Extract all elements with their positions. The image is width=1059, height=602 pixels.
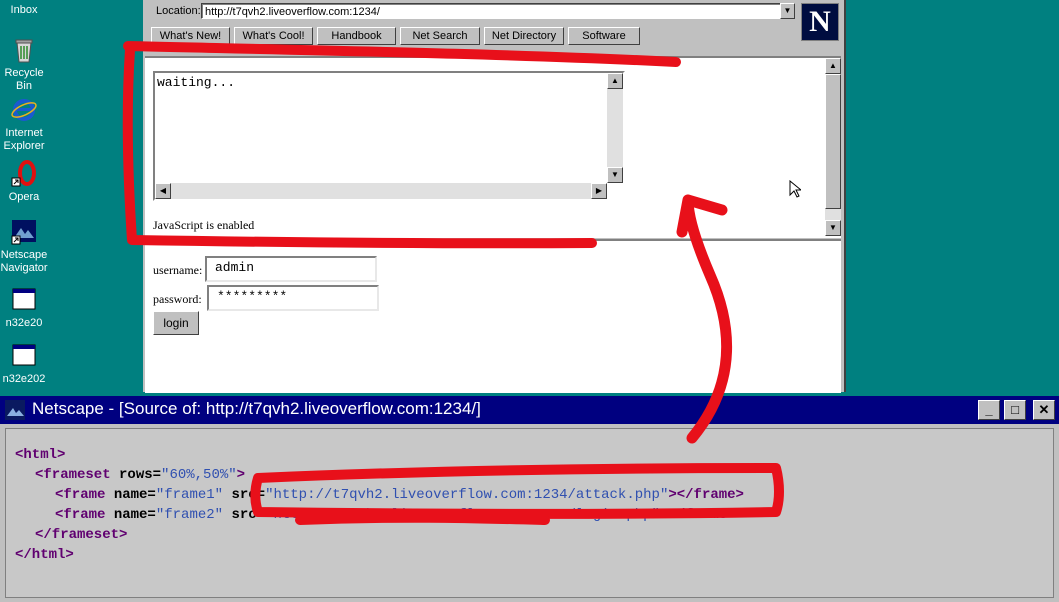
code-line-html-close: </html> xyxy=(15,547,74,563)
desktop-icon-opera[interactable]: Opera xyxy=(0,160,48,204)
netscape-browser-window: Location: http://t7qvh2.liveoverflow.com… xyxy=(143,0,846,393)
netscape-navigator-icon xyxy=(10,218,38,246)
code-token: "frame1" xyxy=(155,487,224,503)
username-input[interactable]: admin xyxy=(205,256,377,282)
desktop-icon-label: Inbox xyxy=(10,4,38,16)
chevron-down-icon: ▼ xyxy=(783,6,792,15)
location-input[interactable]: http://t7qvh2.liveoverflow.com:1234/ xyxy=(201,3,781,19)
status-textarea[interactable]: waiting... ▲ ▼ ◀ ▶ xyxy=(153,71,625,201)
code-token: "http://t7qvh2.liveoverflow.com:1234/att… xyxy=(265,487,669,503)
code-token: > xyxy=(236,467,246,483)
scroll-down-icon[interactable]: ▼ xyxy=(825,220,841,236)
internet-explorer-icon xyxy=(10,96,38,124)
netscape-logo[interactable]: N xyxy=(801,3,839,41)
scroll-down-icon[interactable]: ▼ xyxy=(607,167,623,183)
username-label: username: xyxy=(153,263,203,277)
desktop-icon-label: Netscape Navigator xyxy=(0,249,48,274)
source-window-title: Netscape - [Source of: http://t7qvh2.liv… xyxy=(32,399,481,418)
password-input[interactable]: ********* xyxy=(207,285,379,311)
code-token: </frameset> xyxy=(35,527,128,543)
code-token: ></frame> xyxy=(668,487,744,503)
desktop-icon-label: n32e202 xyxy=(2,373,46,385)
code-token: ></frame> xyxy=(659,507,736,523)
code-line-frame1: <frame name="frame1" src="http://t7qvh2.… xyxy=(55,487,744,503)
textarea-hscrollbar[interactable]: ◀ ▶ xyxy=(155,183,607,199)
whats-new-button[interactable]: What's New! xyxy=(151,27,230,45)
code-token: <frame xyxy=(55,487,106,503)
textarea-vscrollbar[interactable]: ▲ ▼ xyxy=(607,73,623,183)
net-search-button[interactable]: Net Search xyxy=(400,27,480,45)
code-token: <frame xyxy=(55,507,106,523)
net-directory-button[interactable]: Net Directory xyxy=(484,27,564,45)
code-line-frameset: <frameset rows="60%,50%"> xyxy=(35,467,245,483)
code-token: src= xyxy=(223,507,266,523)
location-label: Location: xyxy=(156,5,201,17)
code-token: "60%,50%" xyxy=(161,467,237,483)
code-token: </html> xyxy=(15,547,74,563)
password-label: password: xyxy=(153,292,202,306)
scroll-right-icon[interactable]: ▶ xyxy=(591,183,607,199)
opera-icon xyxy=(10,160,38,188)
code-line-frameset-close: </frameset> xyxy=(35,527,127,543)
view-source-window: Netscape - [Source of: http://t7qvh2.liv… xyxy=(0,396,1059,602)
code-line-frame2: <frame name="frame2" src="http://t7qvh2.… xyxy=(55,507,736,523)
code-token: "frame2" xyxy=(155,507,224,523)
desktop-icon-netscape-navigator[interactable]: Netscape Navigator xyxy=(0,218,48,275)
frame2: username: admin password: ********* logi… xyxy=(145,239,841,393)
whats-cool-button[interactable]: What's Cool! xyxy=(234,27,313,45)
textarea-text: waiting... xyxy=(157,75,236,90)
scroll-up-icon[interactable]: ▲ xyxy=(825,58,841,74)
desktop-icon-n32e202[interactable]: n32e202 xyxy=(0,342,48,386)
scroll-thumb[interactable] xyxy=(825,74,841,209)
code-token: <html> xyxy=(15,447,66,463)
window-icon xyxy=(10,342,38,370)
code-token: src= xyxy=(223,487,266,503)
recycle-bin-icon xyxy=(10,36,38,64)
code-token: rows= xyxy=(110,467,162,483)
frame1: waiting... ▲ ▼ ◀ ▶ JavaScript is enabled… xyxy=(145,56,841,238)
frame1-vscrollbar[interactable]: ▲ ▼ xyxy=(825,58,841,236)
desktop-icon-label: Opera xyxy=(8,191,40,203)
scroll-left-icon[interactable]: ◀ xyxy=(155,183,171,199)
maximize-icon[interactable]: □ xyxy=(1004,400,1026,420)
software-button[interactable]: Software xyxy=(568,27,640,45)
code-line-html-open: <html> xyxy=(15,447,65,463)
handbook-button[interactable]: Handbook xyxy=(317,27,396,45)
code-token: <frameset xyxy=(35,467,111,483)
netscape-app-icon xyxy=(5,400,25,420)
login-button[interactable]: login xyxy=(153,311,199,335)
code-token: "http://t7qvh2.liveoverflow.com:1234/log… xyxy=(265,507,660,523)
source-window-titlebar[interactable]: Netscape - [Source of: http://t7qvh2.liv… xyxy=(0,396,1059,424)
desktop-icon-label: n32e20 xyxy=(5,317,43,329)
desktop-icon-recycle-bin[interactable]: Recycle Bin xyxy=(0,36,48,93)
scroll-up-icon[interactable]: ▲ xyxy=(607,73,623,89)
desktop-icon-label: Recycle Bin xyxy=(4,67,44,92)
location-dropdown-button[interactable]: ▼ xyxy=(780,3,795,19)
code-token: name= xyxy=(105,507,156,523)
minimize-icon[interactable]: _ xyxy=(978,400,1000,420)
desktop-icon-inbox[interactable]: Inbox xyxy=(0,4,48,17)
code-token: name= xyxy=(105,487,156,503)
desktop-icon-internet-explorer[interactable]: Internet Explorer xyxy=(0,96,48,153)
mouse-cursor-icon xyxy=(789,180,801,198)
close-icon[interactable]: ✕ xyxy=(1033,400,1055,420)
javascript-status-text: JavaScript is enabled xyxy=(153,218,255,232)
source-code-view[interactable]: <html> <frameset rows="60%,50%"> <frame … xyxy=(5,428,1054,598)
desktop-icon-n32e20[interactable]: n32e20 xyxy=(0,286,48,330)
window-icon xyxy=(10,286,38,314)
desktop-icon-label: Internet Explorer xyxy=(3,127,45,152)
